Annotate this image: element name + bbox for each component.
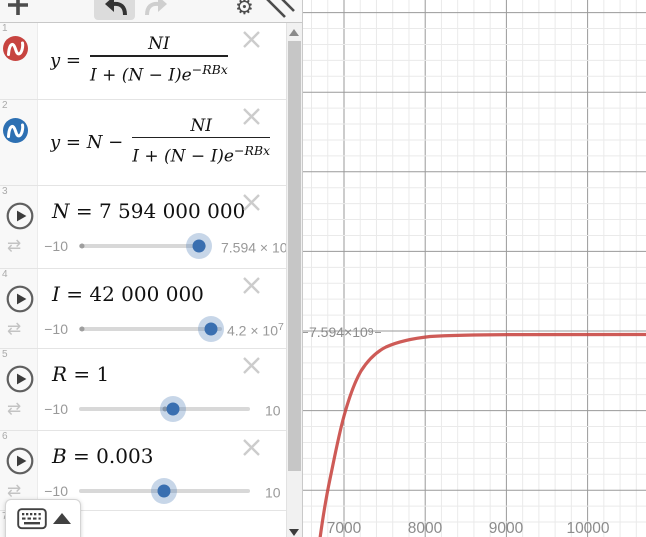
fraction-bar <box>90 55 228 56</box>
tick-dash <box>375 332 381 333</box>
expression-row-1[interactable]: 1 y = NI I + (N − I)e−RBx <box>0 22 286 100</box>
x-tick-label: 10000 <box>566 520 609 537</box>
scrollbar-down-arrow[interactable] <box>289 529 299 536</box>
app-window: 7.594×109 1 y = NI I + (N − I)e−RBx <box>0 0 646 537</box>
slider-max-label: 4.2 × 107 <box>227 321 284 339</box>
expression-row-4[interactable]: 4 ⇄ I = 42 000 000 −10 4.2 × 107 <box>0 268 286 349</box>
panel-divider <box>302 0 303 537</box>
expression-row-3[interactable]: 3 ⇄ N = 7 594 000 000 −10 7.594 × 109 <box>0 185 286 269</box>
row-number: 1 <box>2 23 8 34</box>
x-tick-label: 8000 <box>408 520 442 537</box>
collapse-panel-icon[interactable] <box>264 0 296 23</box>
keyboard-popup <box>5 499 81 537</box>
top-toolbar: ⚙ <box>0 0 302 23</box>
y-asymptote-label: 7.594×109 <box>302 324 382 340</box>
expression-row-2[interactable]: 2 y = N − NI I + (N − I)e−RBx <box>0 99 286 186</box>
scrollbar-up-arrow[interactable] <box>289 29 299 36</box>
settings-gear-icon[interactable]: ⚙ <box>235 0 254 20</box>
expressions-panel: 1 y = NI I + (N − I)e−RBx 2 <box>0 0 302 537</box>
panel-scrollbar-thumb[interactable] <box>288 41 301 471</box>
slider-max-label: 10 <box>265 401 281 419</box>
tick-dash <box>303 332 308 333</box>
close-icon[interactable] <box>243 277 260 294</box>
slider-min-label: −10 <box>42 483 68 499</box>
add-expression-button[interactable] <box>7 0 29 21</box>
slider-zero-marker <box>80 327 85 332</box>
slider-min-label: −10 <box>42 401 68 417</box>
close-icon[interactable] <box>243 31 260 48</box>
curve-style-icon[interactable] <box>2 117 29 149</box>
row-number: 2 <box>2 100 8 111</box>
expression-row-5[interactable]: 5 ⇄ R = 1 −10 10 <box>0 348 286 431</box>
slider-handle[interactable] <box>167 403 180 416</box>
x-tick-label: 7000 <box>327 520 361 537</box>
slider-handle[interactable] <box>205 323 218 336</box>
close-icon[interactable] <box>243 194 260 211</box>
slider-min-label: −10 <box>42 238 68 254</box>
slider-max-label: 7.594 × 109 <box>221 238 293 256</box>
close-icon[interactable] <box>243 108 260 125</box>
expand-triangle-icon[interactable] <box>53 513 71 524</box>
redo-icon[interactable] <box>144 0 170 22</box>
close-icon[interactable] <box>243 439 260 456</box>
fraction-bar <box>132 137 270 138</box>
slider-handle[interactable] <box>193 240 206 253</box>
graph-svg <box>303 0 646 537</box>
logistic-curve <box>320 335 646 537</box>
slider-zero-marker <box>80 244 85 249</box>
graph-pane[interactable] <box>303 0 646 537</box>
undo-icon[interactable] <box>102 0 128 22</box>
slider-max-label: 10 <box>265 483 281 501</box>
curve-style-icon[interactable] <box>2 35 29 67</box>
slider-handle[interactable] <box>158 485 171 498</box>
fraction: NI I + (N − I)e−RBx <box>90 34 228 86</box>
close-icon[interactable] <box>243 357 260 374</box>
slider-min-label: −10 <box>42 321 68 337</box>
keyboard-icon[interactable] <box>17 508 47 535</box>
x-tick-label: 9000 <box>489 520 523 537</box>
